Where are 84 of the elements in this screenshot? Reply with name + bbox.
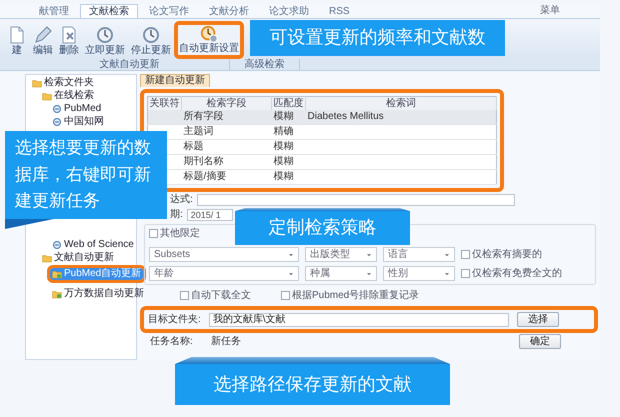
input-field[interactable]: 2015/ 1 bbox=[186, 208, 233, 220]
toolbar-button[interactable]: 自动更新设置 bbox=[174, 21, 244, 59]
content-tab[interactable]: 新建自动更新 bbox=[140, 74, 210, 87]
field-value: 新任务 bbox=[210, 334, 241, 349]
checkbox[interactable] bbox=[461, 250, 470, 259]
toolbar-button[interactable]: 编辑 bbox=[30, 21, 56, 59]
table-cell: 标题 bbox=[184, 141, 204, 152]
database-icon bbox=[52, 240, 62, 250]
table-cell: 模糊 bbox=[274, 111, 294, 122]
checkbox[interactable] bbox=[281, 291, 290, 300]
tree-item[interactable]: 在线检索 bbox=[40, 90, 96, 102]
table-cell: 模糊 bbox=[274, 156, 294, 167]
menu-tab[interactable]: 文献检索 bbox=[80, 4, 138, 18]
group-label: 文献自动更新 bbox=[30, 59, 230, 70]
tree-item[interactable]: 中国知网 bbox=[50, 116, 106, 128]
dropdown[interactable]: 语言 bbox=[383, 247, 455, 262]
toolbar-button[interactable]: 删除 bbox=[56, 21, 82, 59]
pencil-icon bbox=[33, 25, 53, 45]
caret-icon bbox=[366, 252, 372, 258]
input-field[interactable] bbox=[196, 194, 515, 206]
callout: 可设置更新的频率和文献数 bbox=[250, 20, 505, 56]
checkbox-label: 仅检索有摘要的 bbox=[472, 248, 542, 262]
column-header: 检索字段 bbox=[182, 96, 272, 110]
confirm-button[interactable]: 确定 bbox=[518, 334, 561, 349]
dropdown[interactable]: 种属 bbox=[305, 266, 377, 281]
callout: 定制检索策略 bbox=[235, 208, 410, 245]
menu-tab[interactable]: 论文求助 bbox=[260, 4, 318, 18]
checkbox-label: 仅检索有免费全文的 bbox=[472, 266, 562, 281]
dropdown[interactable]: Subsets bbox=[149, 247, 299, 262]
folder-icon bbox=[52, 289, 62, 299]
checkbox-label: 其他限定 bbox=[160, 226, 200, 241]
field-label: 期: bbox=[170, 208, 183, 222]
tree-item[interactable]: PubMed bbox=[50, 103, 104, 115]
tree-item[interactable]: 文献自动更新 bbox=[40, 252, 116, 264]
toolbar-button[interactable]: 立即更新 bbox=[82, 21, 128, 59]
table-cell: 所有字段 bbox=[184, 111, 224, 122]
callout: 选择想要更新的数据库，右键即可新建更新任务 bbox=[5, 131, 167, 229]
field-label: 任务名称: bbox=[150, 335, 193, 349]
dropdown[interactable]: 出版类型 bbox=[305, 247, 377, 262]
table-cell: 期刊名称 bbox=[184, 156, 224, 167]
checkbox[interactable] bbox=[149, 229, 158, 238]
callout: 选择路径保存更新的文献 bbox=[175, 357, 450, 405]
caret-icon bbox=[366, 270, 372, 276]
column-header: 关联符 bbox=[148, 96, 182, 110]
caret-icon bbox=[288, 252, 294, 258]
tree-item[interactable]: Web of Science bbox=[50, 239, 136, 251]
toolbar-button[interactable]: 停止更新 bbox=[128, 21, 174, 59]
toolbar-button[interactable]: 建 bbox=[4, 21, 30, 59]
menu-tab[interactable]: 文献分析 bbox=[200, 4, 258, 18]
table-cell: 标题/摘要 bbox=[184, 171, 226, 182]
menu-tab[interactable]: RSS bbox=[320, 4, 359, 18]
table-cell: Diabetes Mellitus bbox=[308, 111, 384, 122]
column-header: 检索词 bbox=[306, 96, 496, 110]
checkbox-label: 根据Pubmed号排除重复记录 bbox=[292, 288, 420, 303]
menu-tab[interactable]: 献管理 bbox=[30, 4, 78, 18]
caret-icon bbox=[288, 270, 294, 276]
checkbox[interactable] bbox=[461, 269, 470, 278]
column-header: 匹配度 bbox=[272, 96, 306, 110]
table-cell: 模糊 bbox=[274, 171, 294, 182]
clock-icon bbox=[95, 25, 115, 45]
folder-icon bbox=[52, 269, 62, 279]
clock-icon bbox=[141, 25, 161, 45]
table-cell: 主题词 bbox=[184, 126, 214, 137]
tree-item[interactable]: 万方数据自动更新 bbox=[50, 288, 146, 300]
group-label: 高级检索 bbox=[230, 59, 300, 70]
checkbox[interactable] bbox=[180, 291, 189, 300]
folder-icon bbox=[42, 253, 52, 263]
database-icon bbox=[52, 104, 62, 114]
select-button[interactable]: 选择 bbox=[516, 312, 559, 327]
table-cell: 精确 bbox=[274, 126, 294, 137]
clock-gear-icon bbox=[199, 25, 219, 43]
checkbox-label: 自动下载全文 bbox=[191, 288, 251, 303]
field-label: 目标文件夹: bbox=[148, 312, 201, 327]
menu-tab[interactable]: 论文写作 bbox=[140, 4, 198, 18]
caret-icon bbox=[444, 252, 450, 258]
dropdown[interactable]: 年龄 bbox=[149, 266, 299, 281]
field-label: 达式: bbox=[170, 192, 193, 207]
database-icon bbox=[52, 117, 62, 127]
dropdown[interactable]: 性别 bbox=[383, 266, 455, 281]
input-field[interactable]: 我的文献库\文献 bbox=[208, 312, 509, 326]
caret-icon bbox=[444, 270, 450, 276]
tree-item[interactable]: 检索文件夹 bbox=[30, 77, 96, 89]
table-cell: 模糊 bbox=[274, 141, 294, 152]
menu-button[interactable]: 菜单 bbox=[540, 3, 560, 18]
